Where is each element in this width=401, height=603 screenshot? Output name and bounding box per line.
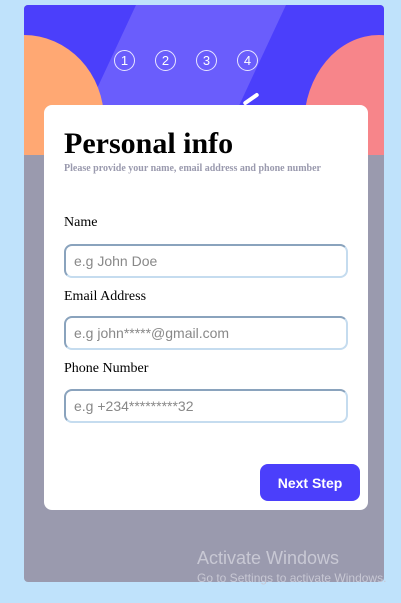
step-indicator: 1 2 3 4 <box>114 50 258 71</box>
watermark-title: Activate Windows <box>197 548 340 568</box>
page-subtitle: Please provide your name, email address … <box>64 163 321 174</box>
page-title: Personal info <box>64 127 234 160</box>
form-panel: Personal info Please provide your name, … <box>44 105 368 510</box>
step-2[interactable]: 2 <box>155 50 176 71</box>
email-label: Email Address <box>64 289 147 304</box>
name-field[interactable] <box>64 244 348 278</box>
email-field[interactable] <box>64 316 348 350</box>
step-1[interactable]: 1 <box>114 50 135 71</box>
phone-label: Phone Number <box>64 361 149 376</box>
step-3[interactable]: 3 <box>196 50 217 71</box>
watermark-subtitle: Go to Settings to activate Windows. <box>197 571 387 585</box>
name-label: Name <box>64 215 98 230</box>
header-swoosh <box>242 92 260 106</box>
step-4[interactable]: 4 <box>237 50 258 71</box>
activate-windows-watermark: Activate Windows Go to Settings to activ… <box>197 548 386 585</box>
next-step-button[interactable]: Next Step <box>260 464 360 501</box>
phone-field[interactable] <box>64 389 348 423</box>
